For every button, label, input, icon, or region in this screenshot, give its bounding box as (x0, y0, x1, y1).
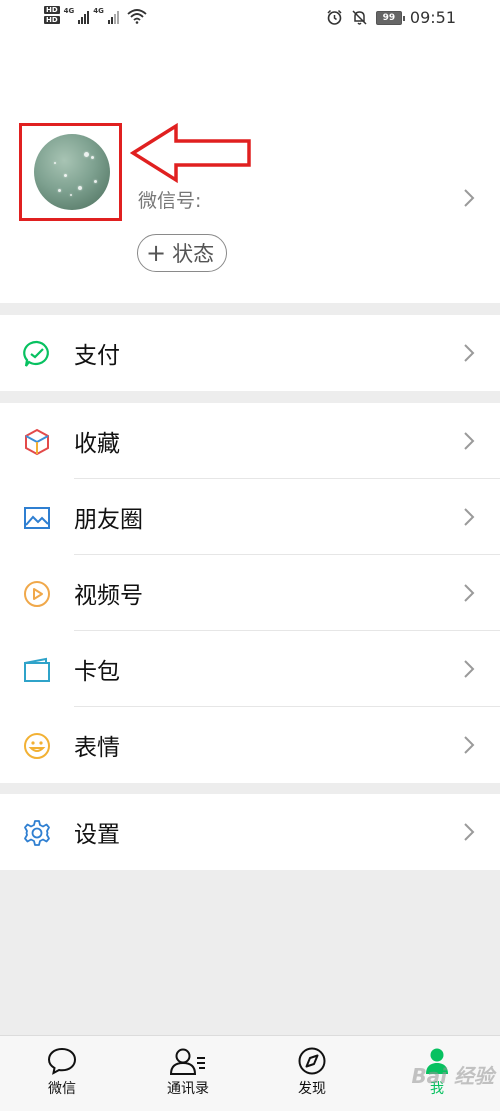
menu-item-channels[interactable]: 视频号 (0, 555, 500, 631)
menu-label-moments: 朋友圈 (74, 507, 143, 533)
tab-discover[interactable]: 发现 (267, 1046, 357, 1108)
menu-group-pay: 支付 (0, 315, 500, 391)
hd-badge-1: HD (44, 6, 60, 14)
mute-bell-icon (352, 10, 367, 25)
menu-item-favorites[interactable]: 收藏 (0, 403, 500, 479)
menu-label-pay: 支付 (74, 343, 120, 369)
chevron-right-icon (464, 660, 475, 678)
menu-label-card-wallet: 卡包 (74, 659, 120, 685)
sticker-smile-icon (24, 733, 50, 759)
channels-play-icon (24, 581, 50, 607)
menu-label-stickers: 表情 (74, 735, 120, 761)
chevron-right-icon (464, 584, 475, 602)
chat-bubble-icon (47, 1047, 77, 1075)
menu-item-stickers[interactable]: 表情 (0, 707, 500, 783)
wechat-id-label: 微信号: (138, 190, 202, 212)
contacts-icon (169, 1048, 205, 1075)
hd-badge-2: HD (44, 16, 60, 24)
alarm-icon (327, 9, 342, 25)
chevron-right-icon[interactable] (463, 188, 475, 208)
status-time: 09:51 (409, 8, 456, 27)
moments-image-icon (24, 507, 50, 529)
menu-label-settings: 设置 (74, 822, 120, 848)
hd-badges: HD HD (44, 6, 60, 24)
tab-label-discover: 发现 (298, 1081, 326, 1097)
menu-label-channels: 视频号 (74, 583, 143, 609)
signal-icon-2 (107, 10, 119, 24)
chevron-right-icon (464, 344, 475, 362)
menu-item-pay[interactable]: 支付 (0, 315, 500, 391)
menu-group-main: 收藏 朋友圈 视频号 卡包 表情 (0, 403, 500, 783)
tab-label-contacts: 通讯录 (167, 1081, 209, 1097)
chevron-right-icon (464, 508, 475, 526)
status-button-label: 状态 (172, 242, 215, 266)
tab-chats[interactable]: 微信 (17, 1046, 107, 1108)
menu-item-settings[interactable]: 设置 (0, 794, 500, 870)
wifi-icon (127, 9, 147, 24)
status-bar-right: 99 09:51 (326, 8, 456, 27)
plus-icon: + (146, 239, 167, 267)
gear-icon (24, 820, 50, 846)
chevron-right-icon (464, 432, 475, 450)
chevron-right-icon (464, 823, 475, 841)
status-bar-left: HD HD 4G 4G (44, 6, 147, 24)
profile-header[interactable]: 微信号: + 状态 (0, 38, 500, 303)
card-wallet-icon (24, 657, 50, 682)
network-label-1: 4G (63, 7, 75, 15)
network-label-2: 4G (93, 7, 104, 15)
status-bar: HD HD 4G 4G 99 09:51 (0, 0, 500, 38)
avatar[interactable] (34, 134, 110, 210)
tab-contacts[interactable]: 通讯录 (143, 1046, 233, 1108)
watermark-logo: Bai 经验 (411, 1064, 494, 1088)
add-status-button[interactable]: + 状态 (137, 234, 228, 272)
menu-group-settings: 设置 (0, 794, 500, 870)
menu-item-moments[interactable]: 朋友圈 (0, 479, 500, 555)
menu-label-favorites: 收藏 (74, 431, 120, 457)
menu-item-card-wallet[interactable]: 卡包 (0, 631, 500, 707)
compass-icon (298, 1047, 326, 1075)
favorites-cube-icon (25, 428, 49, 456)
chevron-right-icon (464, 736, 475, 754)
wechat-me-page: HD HD 4G 4G 99 09:51 微信号: + 状态 支付 收藏 朋友圈… (0, 0, 500, 1111)
annotation-arrow-icon (130, 122, 251, 184)
tab-label-chats: 微信 (48, 1081, 76, 1097)
avatar-highlight-box (19, 123, 122, 221)
pay-icon (23, 340, 49, 367)
battery-icon: 99 (375, 10, 405, 25)
signal-icon-1 (78, 10, 90, 24)
